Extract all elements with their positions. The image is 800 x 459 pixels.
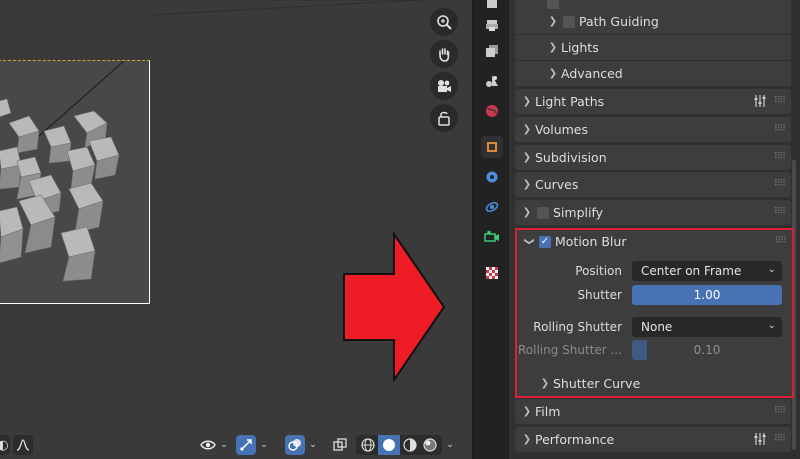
chevron-right-icon: ❯: [522, 152, 532, 163]
chevron-right-icon: ❯: [548, 68, 558, 79]
gizmo-icon[interactable]: [236, 435, 256, 455]
drag-handle-icon[interactable]: ⠿⠿: [774, 96, 786, 106]
subpanel-label: Path Guiding: [579, 14, 659, 29]
cubes-render: [0, 60, 125, 282]
red-arrow-graphic: [343, 232, 446, 382]
drag-handle-icon[interactable]: ⠿⠿: [774, 434, 786, 444]
section-label: Light Paths: [535, 94, 605, 109]
hand-pan-icon[interactable]: [430, 40, 458, 68]
shading-mode-group: [356, 435, 442, 455]
section-light-paths[interactable]: ❯ Light Paths ⠿⠿: [515, 89, 791, 114]
properties-tab-strip: [475, 0, 509, 459]
wireframe-shading-icon[interactable]: [358, 438, 378, 452]
xray-toggle-icon[interactable]: [330, 435, 350, 455]
chevron-down-icon[interactable]: ⌄: [218, 435, 230, 455]
output-icon[interactable]: [481, 14, 503, 36]
subpanel-lights[interactable]: ❯ Lights: [515, 35, 791, 60]
subpanel-label: Advanced: [561, 66, 623, 81]
chevron-right-icon: ❯: [522, 96, 532, 107]
chevron-down-icon[interactable]: ⌄: [307, 435, 319, 455]
subpanel-label: Lights: [561, 40, 599, 55]
object-data-icon[interactable]: [481, 226, 503, 248]
section-label: Performance: [535, 432, 615, 447]
chevron-down-icon[interactable]: ⌄: [258, 435, 270, 455]
section-subdivision[interactable]: ❯ Subdivision ⠿⠿: [515, 145, 791, 170]
drag-handle-icon[interactable]: ⠿⠿: [774, 406, 786, 416]
3d-viewport[interactable]: ◐ ⌄ ⌄ ⌄ ⌄: [0, 0, 472, 459]
subpanel-advanced[interactable]: ❯ Advanced: [515, 61, 791, 86]
world-icon[interactable]: [481, 100, 503, 122]
section-label: Simplify: [553, 205, 604, 220]
chevron-down-icon[interactable]: ⌄: [444, 435, 456, 455]
proportional-falloff-icon[interactable]: [13, 435, 33, 455]
view-layer-icon[interactable]: [481, 40, 503, 62]
viewport-header-bottom: ◐ ⌄ ⌄ ⌄ ⌄: [0, 431, 472, 459]
solid-shading-icon[interactable]: [378, 435, 400, 455]
drag-handle-icon[interactable]: ⠿⠿: [774, 207, 786, 217]
path-guiding-checkbox[interactable]: [563, 15, 575, 28]
chevron-right-icon: ❯: [548, 42, 558, 53]
material-preview-icon[interactable]: [400, 438, 420, 452]
section-performance[interactable]: ❯ Performance ⠿⠿: [515, 427, 791, 452]
section-label: Subdivision: [535, 150, 607, 165]
drag-handle-icon[interactable]: ⠿⠿: [774, 179, 786, 189]
presets-icon[interactable]: [753, 432, 767, 449]
subpanel-path-guiding[interactable]: ❯ Path Guiding: [515, 9, 791, 34]
lock-icon[interactable]: [430, 104, 458, 132]
zoom-icon[interactable]: [430, 8, 458, 36]
object-icon[interactable]: [481, 136, 503, 158]
chevron-right-icon: ❯: [522, 124, 532, 135]
texture-icon[interactable]: [481, 262, 503, 284]
chevron-right-icon: ❯: [522, 406, 532, 417]
overlays-icon[interactable]: [285, 435, 305, 455]
scene-icon[interactable]: [481, 70, 503, 92]
chevron-right-icon: ❯: [522, 434, 532, 445]
physics-icon[interactable]: [481, 196, 503, 218]
section-simplify[interactable]: ❯ Simplify ⠿⠿: [515, 200, 791, 225]
rendered-shading-icon[interactable]: [420, 438, 440, 452]
presets-icon[interactable]: [753, 94, 767, 111]
camera-view-icon[interactable]: [430, 72, 458, 100]
drag-handle-icon[interactable]: ⠿⠿: [774, 124, 786, 134]
red-highlight-box: [515, 228, 794, 398]
modifiers-icon[interactable]: [481, 166, 503, 188]
section-curves[interactable]: ❯ Curves ⠿⠿: [515, 172, 791, 197]
camera-frame: [0, 60, 150, 304]
chevron-right-icon: ❯: [522, 207, 532, 218]
visibility-eye-icon[interactable]: [198, 435, 218, 455]
chevron-right-icon: ❯: [522, 179, 532, 190]
chevron-right-icon: ❯: [548, 16, 558, 27]
section-film[interactable]: ❯ Film ⠿⠿: [515, 399, 791, 424]
drag-handle-icon[interactable]: ⠿⠿: [774, 152, 786, 162]
mode-icon[interactable]: ◐: [0, 435, 10, 455]
simplify-checkbox[interactable]: [537, 206, 549, 219]
section-label: Film: [535, 404, 561, 419]
section-label: Volumes: [535, 122, 589, 137]
section-label: Curves: [535, 177, 579, 192]
section-volumes[interactable]: ❯ Volumes ⠿⠿: [515, 117, 791, 142]
